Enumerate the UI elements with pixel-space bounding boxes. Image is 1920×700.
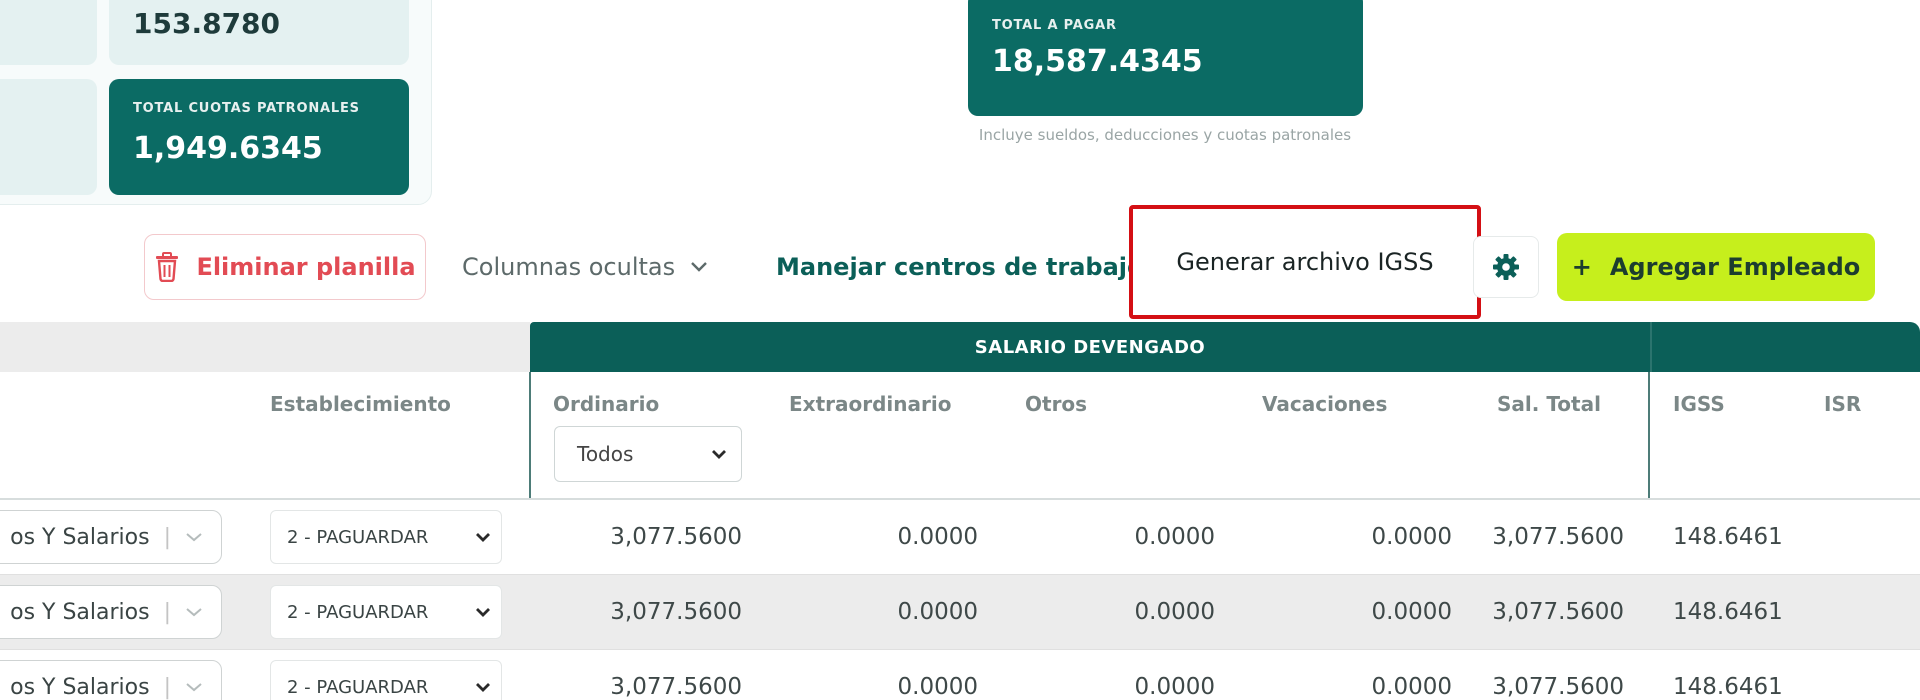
chevron-down-icon [691,262,707,272]
tipo-select[interactable]: os Y Salarios | [0,660,222,700]
total-a-pagar-card: TOTAL A PAGAR 18,587.4345 [968,0,1363,116]
cell-vacaciones: 0.0000 [1371,524,1452,550]
cell-sal-total: 3,077.5600 [1492,524,1624,550]
summary-tile [0,0,97,65]
delete-payroll-label: Eliminar planilla [196,253,416,281]
cell-igss: 148.6461 [1673,674,1783,700]
establecimiento-value: 2 - PAGUARDAR [287,601,429,623]
add-employee-button[interactable]: + Agregar Empleado [1557,233,1875,301]
table-row: os Y Salarios | 2 - PAGUARDAR 3,077.5600… [0,650,1920,700]
select-separator: | [163,674,171,700]
manage-work-centers-label: Manejar centros de trabajo [776,253,1144,281]
establecimiento-value: 2 - PAGUARDAR [287,526,429,548]
generate-igss-file-button[interactable]: Generar archivo IGSS [1129,205,1481,319]
cell-extraordinario: 0.0000 [897,674,978,700]
ordinario-filter-value: Todos [577,442,634,466]
col-header-extraordinario[interactable]: Extraordinario [789,392,951,416]
summary-tile: 153.8780 [109,0,409,65]
cell-otros: 0.0000 [1134,599,1215,625]
cell-ordinario: 3,077.5600 [610,674,742,700]
salario-devengado-group-header: SALARIO DEVENGADO [530,322,1650,372]
payroll-table: SALARIO DEVENGADO Establecimiento Ordina… [0,322,1920,700]
col-header-igss[interactable]: IGSS [1673,392,1725,416]
deducciones-group-header [1650,322,1920,372]
column-divider [1648,372,1650,500]
tile-label: TOTAL CUOTAS PATRONALES [133,101,360,116]
cell-ordinario: 3,077.5600 [610,599,742,625]
col-header-sal-total[interactable]: Sal. Total [1497,392,1601,416]
tipo-select[interactable]: os Y Salarios | [0,510,222,564]
payroll-screen: 153.8780 TOTAL CUOTAS PATRONALES 1,949.6… [0,0,1920,700]
add-employee-label: Agregar Empleado [1609,253,1861,281]
cell-igss: 148.6461 [1673,524,1783,550]
cell-sal-total: 3,077.5600 [1492,599,1624,625]
chevron-down-icon [712,450,726,459]
chevron-down-icon [186,683,202,692]
generate-igss-file-label: Generar archivo IGSS [1176,248,1434,276]
column-divider [529,372,531,500]
establecimiento-value: 2 - PAGUARDAR [287,676,429,698]
total-label: TOTAL A PAGAR [992,18,1117,33]
col-header-ordinario[interactable]: Ordinario [553,392,659,416]
cell-extraordinario: 0.0000 [897,524,978,550]
ordinario-filter-select[interactable]: Todos [554,426,742,482]
tipo-select[interactable]: os Y Salarios | [0,585,222,639]
summary-panel: 153.8780 TOTAL CUOTAS PATRONALES 1,949.6… [0,0,432,205]
tile-value: 1,949.6345 [133,131,323,166]
chevron-down-icon [476,533,490,542]
establecimiento-select[interactable]: 2 - PAGUARDAR [270,660,502,700]
settings-button[interactable] [1473,236,1539,298]
establecimiento-select[interactable]: 2 - PAGUARDAR [270,585,502,639]
col-header-vacaciones[interactable]: Vacaciones [1262,392,1387,416]
chevron-down-icon [476,683,490,692]
manage-work-centers-button[interactable]: Manejar centros de trabajo [776,234,1144,300]
table-row: os Y Salarios | 2 - PAGUARDAR 3,077.5600… [0,500,1920,574]
hidden-columns-dropdown[interactable]: Columnas ocultas [462,234,709,300]
tipo-value: os Y Salarios [10,524,150,550]
select-separator: | [163,599,171,625]
cell-extraordinario: 0.0000 [897,599,978,625]
summary-tile [0,79,97,195]
cell-vacaciones: 0.0000 [1371,674,1452,700]
cell-sal-total: 3,077.5600 [1492,674,1624,700]
delete-payroll-button[interactable]: Eliminar planilla [144,234,426,300]
summary-tile-value: 153.8780 [133,7,281,40]
establecimiento-select[interactable]: 2 - PAGUARDAR [270,510,502,564]
table-row: os Y Salarios | 2 - PAGUARDAR 3,077.5600… [0,575,1920,649]
col-header-otros[interactable]: Otros [1025,392,1087,416]
hidden-columns-label: Columnas ocultas [462,253,676,281]
cell-ordinario: 3,077.5600 [610,524,742,550]
col-header-establecimiento[interactable]: Establecimiento [270,392,451,416]
cell-igss: 148.6461 [1673,599,1783,625]
select-separator: | [163,524,171,550]
tipo-value: os Y Salarios [10,674,150,700]
total-cuotas-patronales-tile: TOTAL CUOTAS PATRONALES 1,949.6345 [109,79,409,195]
chevron-down-icon [476,608,490,617]
cell-vacaciones: 0.0000 [1371,599,1452,625]
gear-icon [1493,254,1519,280]
trash-icon [156,252,179,282]
table-header-band [0,322,530,372]
col-header-isr[interactable]: ISR [1824,392,1861,416]
cell-otros: 0.0000 [1134,524,1215,550]
cell-otros: 0.0000 [1134,674,1215,700]
chevron-down-icon [186,608,202,617]
tipo-value: os Y Salarios [10,599,150,625]
total-note: Incluye sueldos, deducciones y cuotas pa… [978,126,1352,144]
chevron-down-icon [186,533,202,542]
plus-icon: + [1571,253,1592,281]
total-value: 18,587.4345 [992,44,1203,79]
